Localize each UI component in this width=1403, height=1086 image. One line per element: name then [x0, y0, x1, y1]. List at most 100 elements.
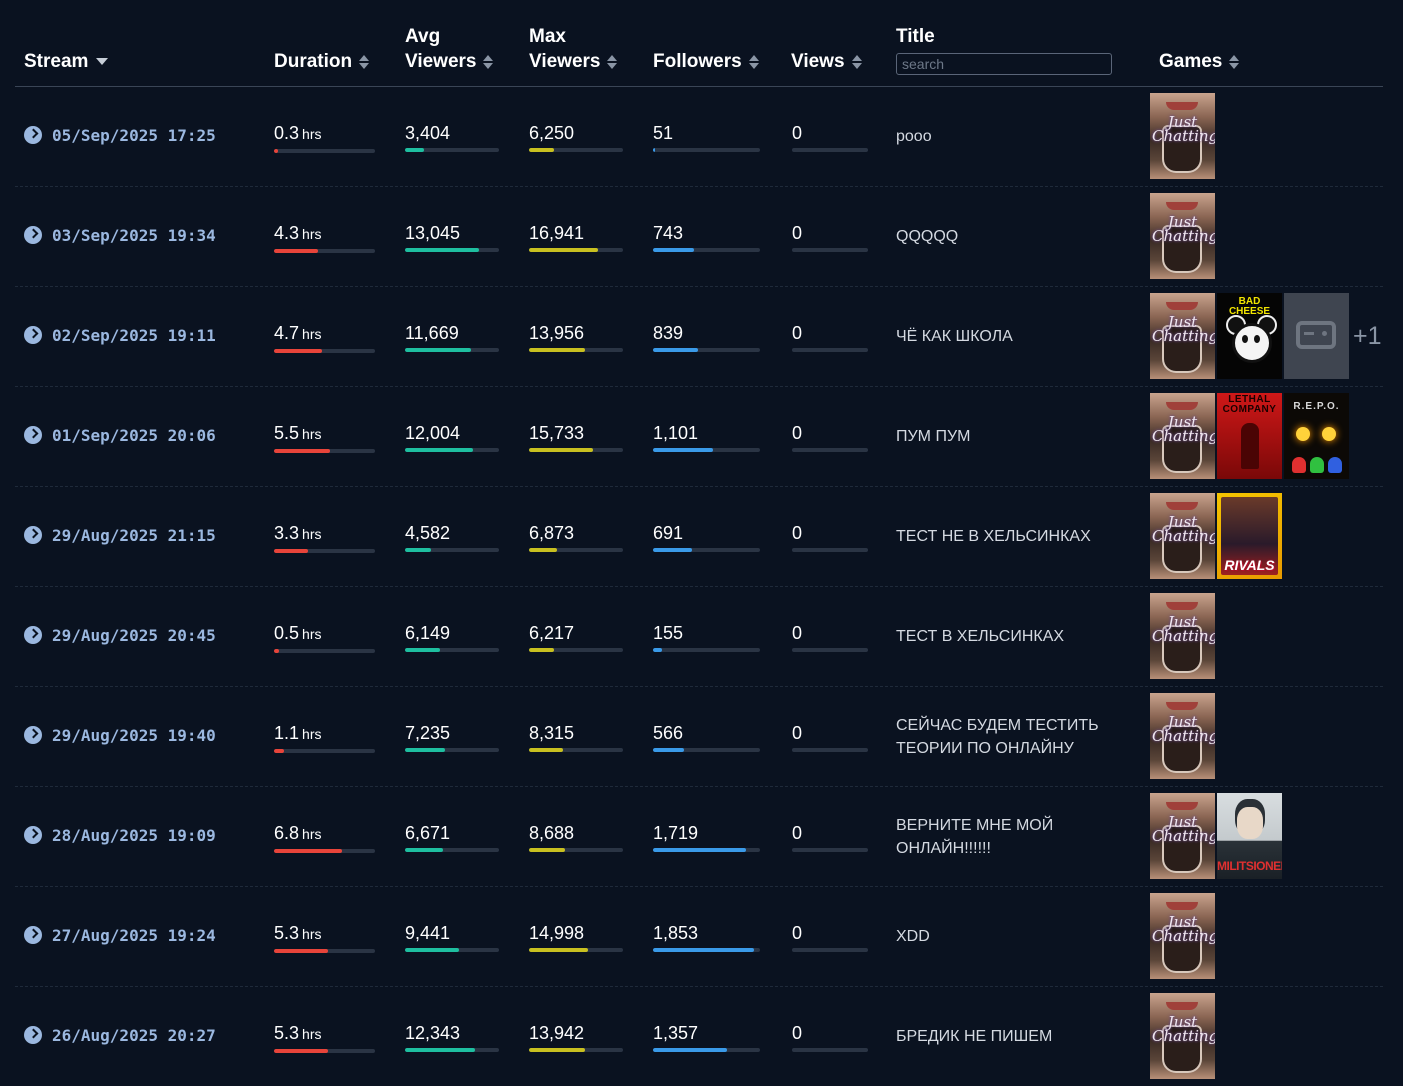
stream-link[interactable]: 29/Aug/2025 19:40 — [24, 726, 216, 745]
stream-link[interactable]: 01/Sep/2025 20:06 — [24, 426, 216, 445]
duration-bar-fill — [274, 349, 323, 353]
avg-bar-fill — [405, 948, 459, 952]
col-views-header[interactable]: Views — [791, 49, 862, 74]
followers-cell: 691 — [653, 523, 760, 552]
avg-bar — [405, 1048, 499, 1052]
stream-title: БРЕДИК НЕ ПИШЕМ — [896, 1028, 1053, 1045]
col-duration-header[interactable]: Duration — [274, 49, 370, 74]
table-row: 29/Aug/2025 21:15 3.3 hrs 4,582 6,873 691 0 ТЕС… — [15, 487, 1383, 587]
stream-date: 29/Aug/2025 19:40 — [52, 726, 216, 745]
stream-link[interactable]: 28/Aug/2025 19:09 — [24, 826, 216, 845]
stream-date: 03/Sep/2025 19:34 — [52, 226, 216, 245]
followers-bar-fill — [653, 848, 747, 852]
stream-title: ТЕСТ В ХЕЛЬСИНКАХ — [896, 628, 1065, 645]
col-followers-header[interactable]: Followers — [653, 49, 759, 74]
stream-link[interactable]: 26/Aug/2025 20:27 — [24, 1026, 216, 1045]
gamepad-icon — [1296, 321, 1336, 349]
max-value: 14,998 — [529, 923, 585, 943]
stream-link[interactable]: 29/Aug/2025 21:15 — [24, 526, 216, 545]
followers-bar-fill — [653, 348, 698, 352]
views-cell: 0 — [792, 623, 868, 652]
stream-title: XDD — [896, 928, 930, 945]
game-repo[interactable]: R.E.P.O. — [1284, 393, 1349, 479]
duration-cell: 0.3 hrs — [274, 123, 375, 153]
play-icon — [24, 826, 42, 844]
views-bar — [792, 548, 868, 552]
game-art-text: Just Chatting — [1152, 713, 1215, 745]
max-bar — [529, 448, 623, 452]
game-just-chatting[interactable]: Just Chatting — [1150, 593, 1215, 679]
followers-bar — [653, 248, 760, 252]
avg-value: 12,343 — [405, 1023, 461, 1043]
stream-link[interactable]: 29/Aug/2025 20:45 — [24, 626, 216, 645]
game-just-chatting[interactable]: Just Chatting — [1150, 493, 1215, 579]
game-placeholder[interactable] — [1284, 293, 1349, 379]
max-bar — [529, 1048, 623, 1052]
followers-bar — [653, 148, 760, 152]
lips-art — [1166, 602, 1198, 610]
game-just-chatting[interactable]: Just Chatting — [1150, 193, 1215, 279]
game-lethal-company[interactable]: LETHAL COMPANY — [1217, 393, 1282, 479]
table-header: Stream Duration Avg Viewers Max Viewers … — [15, 0, 1383, 87]
stream-title: QQQQQ — [896, 228, 959, 245]
duration-cell: 0.5 hrs — [274, 623, 375, 653]
avg-bar — [405, 148, 499, 152]
max-bar — [529, 148, 623, 152]
game-just-chatting[interactable]: Just Chatting — [1150, 693, 1215, 779]
game-art-text: Just Chatting — [1152, 513, 1215, 545]
views-cell: 0 — [792, 123, 868, 152]
col-stream-header[interactable]: Stream — [24, 49, 109, 74]
game-just-chatting[interactable]: Just Chatting — [1150, 293, 1215, 379]
game-marvel-rivals[interactable]: RIVALS — [1217, 493, 1282, 579]
duration-cell: 4.3 hrs — [274, 223, 375, 253]
stream-title: pooo — [896, 128, 932, 145]
play-icon — [24, 126, 42, 144]
game-just-chatting[interactable]: Just Chatting — [1150, 893, 1215, 979]
avg-bar — [405, 248, 499, 252]
views-cell: 0 — [792, 423, 868, 452]
followers-bar-fill — [653, 648, 662, 652]
col-games-header[interactable]: Games — [1159, 49, 1240, 74]
game-just-chatting[interactable]: Just Chatting — [1150, 393, 1215, 479]
lips-art — [1166, 402, 1198, 410]
max-value: 8,688 — [529, 823, 575, 843]
avg-cell: 6,149 — [405, 623, 499, 652]
avg-value: 12,004 — [405, 423, 461, 443]
game-art-text: Just Chatting — [1152, 313, 1215, 345]
stream-link[interactable]: 05/Sep/2025 17:25 — [24, 126, 216, 145]
game-just-chatting[interactable]: Just Chatting — [1150, 93, 1215, 179]
games-list: Just Chatting BAD CHEESE +1 — [1150, 293, 1382, 379]
table-row: 01/Sep/2025 20:06 5.5 hrs 12,004 15,733 1,101… — [15, 387, 1383, 487]
col-max-viewers-header[interactable]: Max Viewers — [529, 24, 618, 74]
max-cell: 16,941 — [529, 223, 623, 252]
game-art-text: Just Chatting — [1152, 813, 1215, 845]
more-games-count[interactable]: +1 — [1353, 322, 1382, 351]
play-icon — [24, 326, 42, 344]
avg-cell: 12,343 — [405, 1023, 499, 1052]
game-just-chatting[interactable]: Just Chatting — [1150, 993, 1215, 1079]
stream-link[interactable]: 03/Sep/2025 19:34 — [24, 226, 216, 245]
game-militsioner[interactable]: MILITSIONER — [1217, 793, 1282, 879]
game-just-chatting[interactable]: Just Chatting — [1150, 793, 1215, 879]
stream-link[interactable]: 27/Aug/2025 19:24 — [24, 926, 216, 945]
max-value: 13,956 — [529, 323, 585, 343]
stream-date: 29/Aug/2025 20:45 — [52, 626, 216, 645]
followers-bar-fill — [653, 548, 692, 552]
title-search-input[interactable] — [896, 53, 1112, 75]
views-cell: 0 — [792, 223, 868, 252]
stream-link[interactable]: 02/Sep/2025 19:11 — [24, 326, 216, 345]
max-cell: 8,688 — [529, 823, 623, 852]
avg-cell: 13,045 — [405, 223, 499, 252]
duration-cell: 6.8 hrs — [274, 823, 375, 853]
stream-date: 27/Aug/2025 19:24 — [52, 926, 216, 945]
followers-bar-fill — [653, 948, 754, 952]
stream-title: ПУМ ПУМ — [896, 428, 971, 445]
game-bad-cheese[interactable]: BAD CHEESE — [1217, 293, 1282, 379]
duration-bar-fill — [274, 249, 319, 253]
games-list: Just Chatting — [1150, 993, 1217, 1079]
avg-bar — [405, 448, 499, 452]
table-row: 29/Aug/2025 20:45 0.5 hrs 6,149 6,217 155 0 ТЕС… — [15, 587, 1383, 687]
col-avg-viewers-header[interactable]: Avg Viewers — [405, 24, 494, 74]
duration-bar — [274, 949, 375, 953]
avg-value: 6,149 — [405, 623, 451, 643]
